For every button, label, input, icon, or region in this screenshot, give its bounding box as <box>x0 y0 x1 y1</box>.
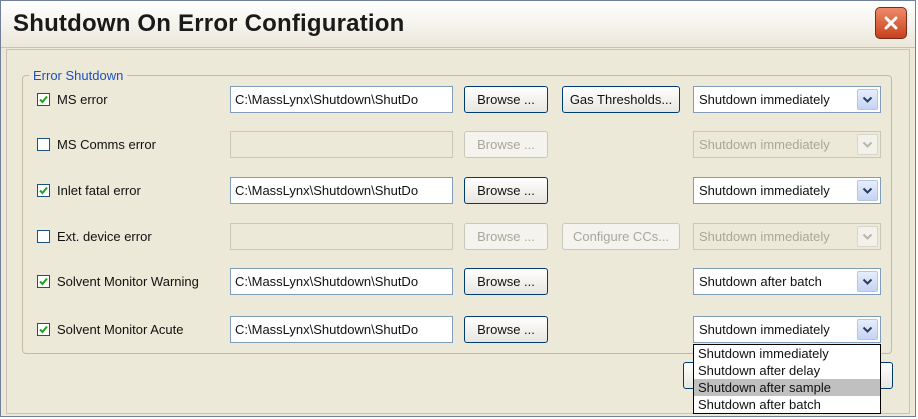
solvent-monitor-acute-path-input[interactable]: C:\MassLynx\Shutdown\ShutDo <box>230 316 453 343</box>
ms-comms-error-label: MS Comms error <box>57 137 156 152</box>
inlet-fatal-error-browse-button[interactable]: Browse ... <box>464 177 548 204</box>
row-inlet-fatal-error: Inlet fatal error C:\MassLynx\Shutdown\S… <box>0 177 918 209</box>
inlet-fatal-error-path-input[interactable]: C:\MassLynx\Shutdown\ShutDo <box>230 177 453 204</box>
ms-error-checkbox[interactable] <box>37 93 50 106</box>
window-title: Shutdown On Error Configuration <box>13 10 405 37</box>
checkmark-icon <box>39 277 48 286</box>
chevron-down-icon <box>862 96 873 103</box>
dropdown-option[interactable]: Shutdown after delay <box>694 362 880 379</box>
dropdown-arrow-button[interactable] <box>857 180 878 201</box>
row-solvent-monitor-warning: Solvent Monitor Warning C:\MassLynx\Shut… <box>0 268 918 300</box>
ms-comms-error-path-input[interactable] <box>230 131 453 158</box>
dropdown-arrow-button[interactable] <box>857 271 878 292</box>
row-ext-device-error: Ext. device error Browse ... Configure C… <box>0 223 918 255</box>
chevron-down-icon <box>862 187 873 194</box>
dropdown-arrow-button[interactable] <box>857 134 878 155</box>
ext-device-error-label: Ext. device error <box>57 229 152 244</box>
chevron-down-icon <box>862 141 873 148</box>
chevron-down-icon <box>862 233 873 240</box>
ext-device-error-action-select[interactable]: Shutdown immediately <box>693 223 881 250</box>
row-ms-error: MS error C:\MassLynx\Shutdown\ShutDo Bro… <box>0 86 918 118</box>
chevron-down-icon <box>862 278 873 285</box>
inlet-fatal-error-action-select[interactable]: Shutdown immediately <box>693 177 881 204</box>
row-ms-comms-error: MS Comms error Browse ... Shutdown immed… <box>0 131 918 163</box>
dropdown-arrow-button[interactable] <box>857 226 878 247</box>
solvent-monitor-warning-action-value: Shutdown after batch <box>699 274 822 289</box>
ms-error-action-select[interactable]: Shutdown immediately <box>693 86 881 113</box>
solvent-monitor-acute-checkbox[interactable] <box>37 323 50 336</box>
ms-error-browse-button[interactable]: Browse ... <box>464 86 548 113</box>
solvent-monitor-warning-action-select[interactable]: Shutdown after batch <box>693 268 881 295</box>
ms-error-label: MS error <box>57 92 108 107</box>
solvent-monitor-warning-path-input[interactable]: C:\MassLynx\Shutdown\ShutDo <box>230 268 453 295</box>
chevron-down-icon <box>862 326 873 333</box>
ext-device-error-path-input[interactable] <box>230 223 453 250</box>
solvent-monitor-acute-browse-button[interactable]: Browse ... <box>464 316 548 343</box>
solvent-monitor-acute-action-value: Shutdown immediately <box>699 322 830 337</box>
dropdown-option[interactable]: Shutdown after batch <box>694 396 880 413</box>
title-bar: Shutdown On Error Configuration <box>1 1 915 48</box>
solvent-monitor-warning-checkbox[interactable] <box>37 275 50 288</box>
dropdown-option-highlighted[interactable]: Shutdown after sample <box>694 379 880 396</box>
solvent-monitor-acute-action-select[interactable]: Shutdown immediately <box>693 316 881 343</box>
action-dropdown-list[interactable]: Shutdown immediately Shutdown after dela… <box>693 344 881 414</box>
checkmark-icon <box>39 186 48 195</box>
ms-comms-error-browse-button[interactable]: Browse ... <box>464 131 548 158</box>
configure-ccs-button[interactable]: Configure CCs... <box>562 223 680 250</box>
ms-comms-error-action-value: Shutdown immediately <box>699 137 830 152</box>
ms-comms-error-checkbox[interactable] <box>37 138 50 151</box>
checkmark-icon <box>39 325 48 334</box>
inlet-fatal-error-label: Inlet fatal error <box>57 183 141 198</box>
dropdown-option[interactable]: Shutdown immediately <box>694 345 880 362</box>
ms-comms-error-action-select[interactable]: Shutdown immediately <box>693 131 881 158</box>
inlet-fatal-error-action-value: Shutdown immediately <box>699 183 830 198</box>
group-legend: Error Shutdown <box>33 68 124 83</box>
dropdown-arrow-button[interactable] <box>857 319 878 340</box>
checkmark-icon <box>39 95 48 104</box>
solvent-monitor-warning-browse-button[interactable]: Browse ... <box>464 268 548 295</box>
ms-error-action-value: Shutdown immediately <box>699 92 830 107</box>
ext-device-error-action-value: Shutdown immediately <box>699 229 830 244</box>
close-button[interactable] <box>875 7 907 39</box>
inlet-fatal-error-checkbox[interactable] <box>37 184 50 197</box>
solvent-monitor-warning-label: Solvent Monitor Warning <box>57 274 199 289</box>
gas-thresholds-button[interactable]: Gas Thresholds... <box>562 86 680 113</box>
solvent-monitor-acute-label: Solvent Monitor Acute <box>57 322 184 337</box>
ext-device-error-browse-button[interactable]: Browse ... <box>464 223 548 250</box>
ext-device-error-checkbox[interactable] <box>37 230 50 243</box>
close-icon <box>884 16 898 30</box>
ms-error-path-input[interactable]: C:\MassLynx\Shutdown\ShutDo <box>230 86 453 113</box>
dropdown-arrow-button[interactable] <box>857 89 878 110</box>
